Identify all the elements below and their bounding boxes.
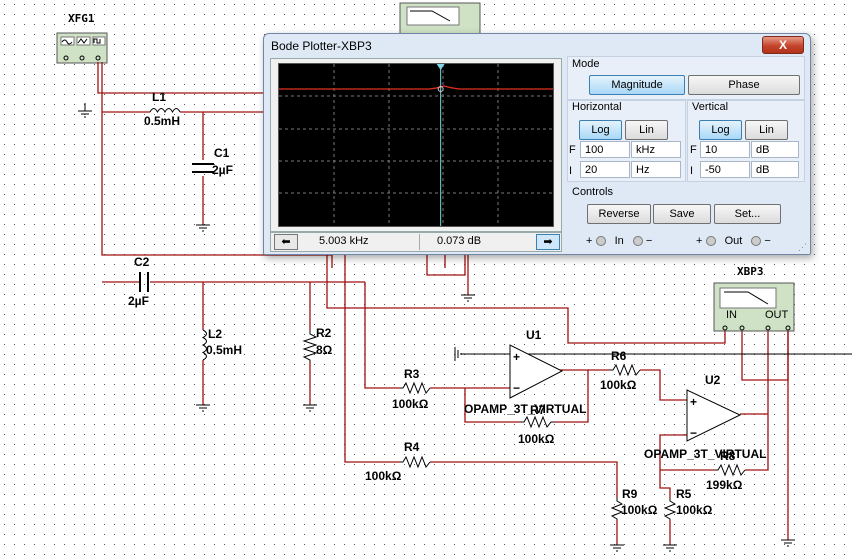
c1-value: 2µF [212,163,233,177]
bode-plotter-window[interactable]: Bode Plotter-XBP3 X ⬅ 5.003 kHz 0.073 dB… [263,33,811,255]
svg-text:−: − [690,426,697,440]
controls-label: Controls [572,186,613,198]
r3-value: 100kΩ [392,397,429,411]
r5-name: R5 [676,487,692,501]
u1-model: OPAMP_3T_VIRTUAL [464,402,586,416]
xbp3-label: XBP3 [737,265,764,278]
r2-value: 8Ω [316,343,333,357]
horizontal-initial-label: I [569,165,573,177]
plot-grid [279,64,553,226]
mode-label: Mode [572,58,600,70]
vertical-initial-unit[interactable]: dB [751,161,799,178]
r4-name: R4 [404,440,420,454]
readout-bar: ⬅ 5.003 kHz 0.073 dB ➡ [270,232,562,252]
xbp3-in-label: IN [726,309,737,321]
plot-screen[interactable] [278,63,554,227]
out-terminal-label: Out [724,235,743,247]
title-bar[interactable]: Bode Plotter-XBP3 X [264,34,810,58]
horizontal-lin-button[interactable]: Lin [625,120,668,140]
cursor-left-button[interactable]: ⬅ [274,234,298,250]
out-plus-terminal[interactable] [705,236,716,247]
horizontal-final-value[interactable]: 100 [580,141,630,158]
vertical-initial-label: I [690,165,694,177]
out-terminals: + Out − [696,235,771,247]
horizontal-initial-value[interactable]: 20 [580,161,630,178]
r8-value: 199kΩ [706,478,743,492]
xfg1-label: XFG1 [68,12,95,25]
r9-value: 100kΩ [621,503,658,517]
magnitude-trace [279,85,553,90]
close-button[interactable]: X [762,36,804,54]
reverse-button[interactable]: Reverse [587,204,651,224]
plot-canvas [279,64,553,226]
horizontal-final-label: F [569,144,576,156]
r2-name: R2 [316,326,332,340]
r4-value: 100kΩ [365,469,402,483]
phase-button[interactable]: Phase [688,75,800,95]
c2-value: 2µF [128,294,149,308]
u2-name: U2 [705,373,721,387]
save-button[interactable]: Save [653,204,711,224]
in-terminals: + In − [586,235,653,247]
r6-name: R6 [611,349,627,363]
l1-value: 0.5mH [144,114,180,128]
svg-text:+: + [690,395,697,409]
arrow-right-icon: ➡ [543,236,553,248]
vertical-label: Vertical [692,101,729,113]
in-minus-terminal[interactable] [632,236,643,247]
arrow-left-icon: ⬅ [281,236,291,248]
r6-value: 100kΩ [600,378,637,392]
window-title: Bode Plotter-XBP3 [271,39,372,53]
vertical-lin-button[interactable]: Lin [745,120,788,140]
vertical-initial-value[interactable]: -50 [700,161,750,178]
r9-name: R9 [622,487,638,501]
set-button[interactable]: Set... [714,204,781,224]
r3-name: R3 [404,367,420,381]
l2-value: 0.5mH [206,343,242,357]
u2-model: OPAMP_3T_VIRTUAL [644,447,766,461]
vertical-final-unit[interactable]: dB [751,141,799,158]
cursor-right-button[interactable]: ➡ [536,234,560,250]
magnitude-button[interactable]: Magnitude [589,75,685,95]
l1-name: L1 [152,90,166,104]
frequency-readout: 5.003 kHz [319,235,369,247]
horizontal-log-button[interactable]: Log [579,120,622,140]
in-plus-terminal[interactable] [595,236,606,247]
magnitude-readout: 0.073 dB [437,235,482,247]
in-terminal-label: In [614,235,624,247]
horizontal-final-unit[interactable]: kHz [631,141,681,158]
out-minus-terminal[interactable] [751,236,762,247]
u1-name: U1 [526,328,542,342]
vertical-final-value[interactable]: 10 [700,141,750,158]
svg-text:−: − [513,381,520,395]
vertical-final-label: F [690,144,697,156]
l2-name: L2 [208,327,222,341]
xbp3-out-label: OUT [765,309,789,321]
resize-grip-icon[interactable]: ⋰ [798,242,807,253]
plot-panel [270,58,562,232]
r7-value: 100kΩ [518,432,555,446]
horizontal-label: Horizontal [572,101,622,113]
bode-instrument-xbp3-top[interactable] [399,2,481,36]
vertical-log-button[interactable]: Log [699,120,742,140]
c2-name: C2 [134,255,150,269]
horizontal-initial-unit[interactable]: Hz [631,161,681,178]
c1-name: C1 [214,146,230,160]
r5-value: 100kΩ [676,503,713,517]
svg-text:+: + [513,350,520,364]
